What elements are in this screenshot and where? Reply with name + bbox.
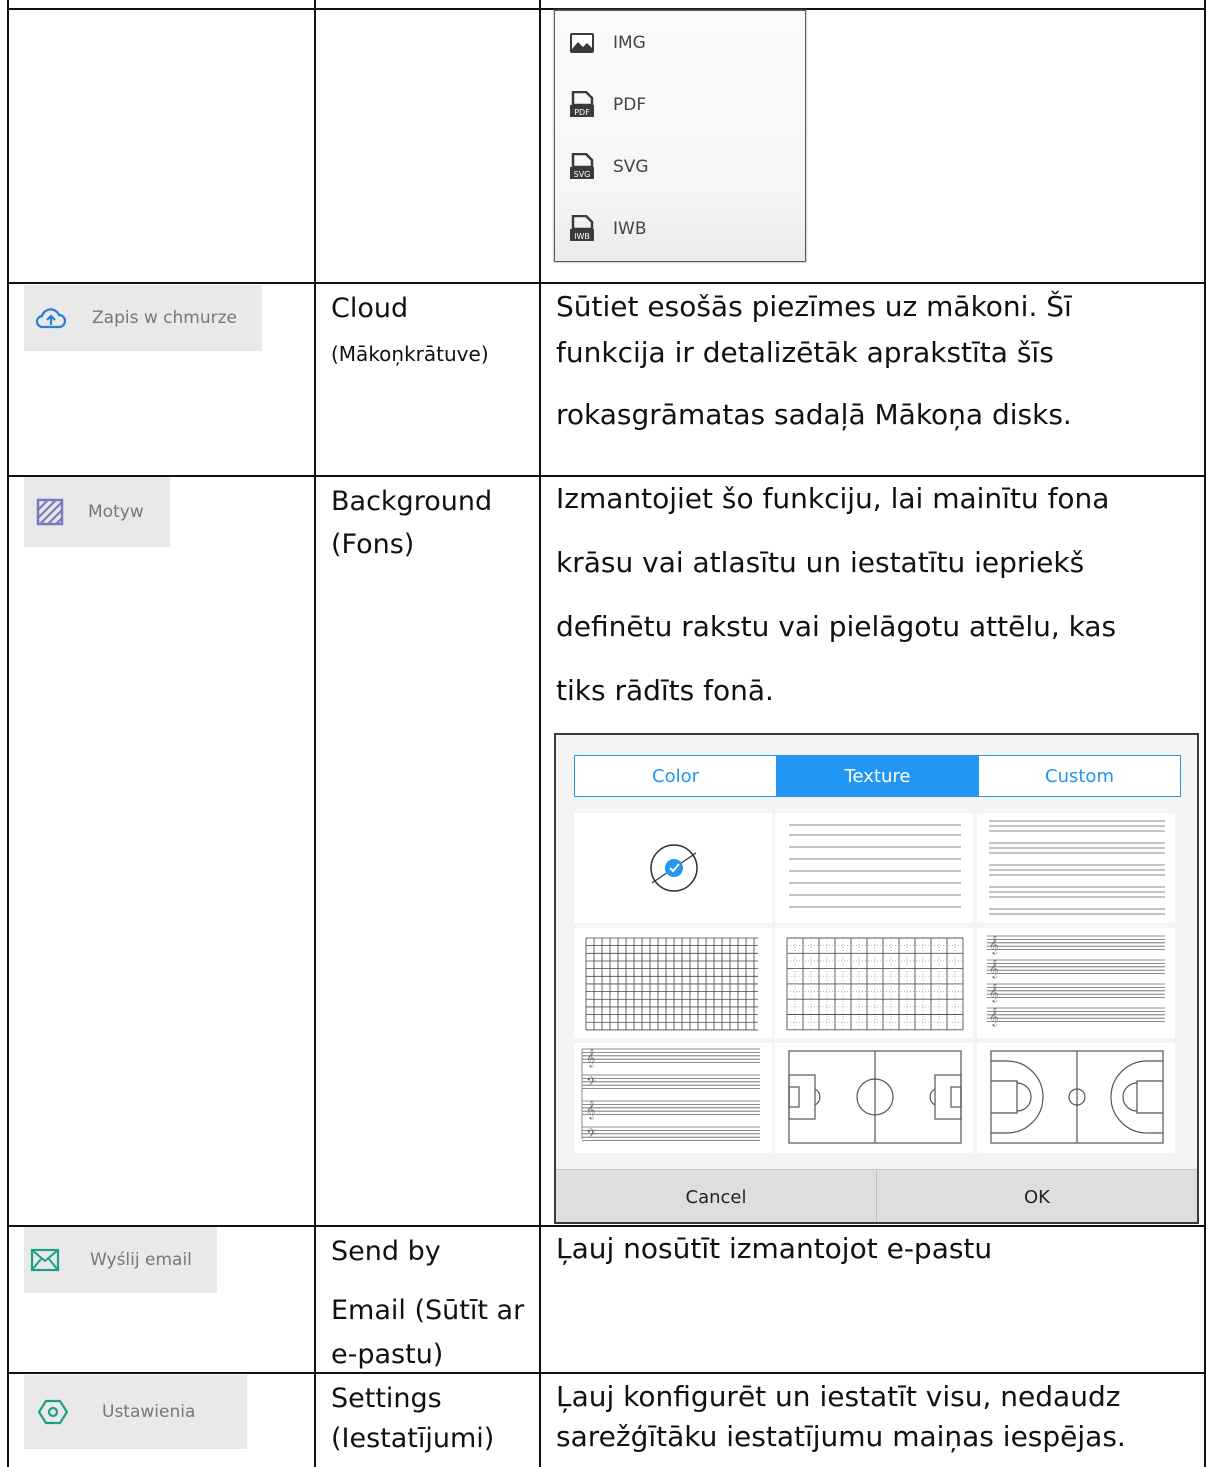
desc-line: tiks rādīts fonā. (556, 674, 774, 707)
menu-item-label: PDF (613, 95, 647, 115)
svg-badge-text: SVG (574, 170, 591, 179)
tab-custom[interactable]: Custom (978, 756, 1180, 796)
menu-item-svg[interactable]: SVG SVG (569, 152, 649, 182)
table-border-col1 (314, 0, 316, 1467)
svg-text:𝄢: 𝄢 (586, 1126, 596, 1145)
texture-tile-dotted-grid[interactable] (775, 928, 973, 1038)
striped-square-icon (36, 498, 64, 526)
ok-button[interactable]: OK (876, 1170, 1197, 1222)
desc-line: definētu rakstu vai pielāgotu attēlu, ka… (556, 610, 1117, 643)
send-email-button-label: Wyślij email (90, 1250, 192, 1270)
table-border-right (1204, 0, 1206, 1467)
desc-line: sarežģītāku iestatījumu maiņas iespējas. (556, 1420, 1126, 1453)
desc-line: Ļauj konfigurēt un iestatīt visu, nedaud… (556, 1380, 1121, 1413)
settings-hexagon-icon (38, 1399, 68, 1425)
svg-text:𝄞: 𝄞 (989, 959, 998, 979)
tab-color[interactable]: Color (575, 756, 776, 796)
grid-texture (585, 937, 758, 1031)
svg-text:𝄞: 𝄞 (989, 935, 998, 955)
menu-item-label: SVG (613, 157, 649, 177)
treble-clef-staff-texture: 𝄞 𝄞 𝄞 𝄞 (987, 935, 1165, 1027)
texture-tile-grand-staff[interactable]: 𝄞 𝄢 𝄞 𝄢 (574, 1043, 772, 1153)
cloud-button-label: Zapis w chmurze (92, 308, 237, 328)
export-format-menu: IMG PDF PDF SVG SVG IWB IWB (554, 10, 806, 262)
selected-check-icon (650, 844, 698, 892)
basketball-court-texture (990, 1050, 1164, 1144)
iwb-file-icon: IWB (570, 215, 594, 241)
tab-texture[interactable]: Texture (776, 756, 978, 796)
desc-line: Izmantojiet šo funkciju, lai mainītu fon… (556, 482, 1110, 515)
desc-line: krāsu vai atlasītu un iestatītu iepriekš (556, 546, 1085, 579)
texture-tile-grid[interactable] (574, 928, 772, 1038)
menu-item-iwb[interactable]: IWB IWB (569, 214, 647, 244)
feature-name-email: Send by (331, 1236, 441, 1267)
svg-text:𝄞: 𝄞 (989, 983, 998, 1003)
soccer-field-texture (788, 1050, 962, 1144)
settings-button-label: Ustawienia (102, 1402, 196, 1422)
grand-staff-texture: 𝄞 𝄢 𝄞 𝄢 (581, 1048, 760, 1145)
menu-item-label: IWB (613, 219, 647, 239)
texture-tile-basketball-court[interactable] (977, 1043, 1175, 1153)
narrow-ruled-texture (989, 820, 1165, 915)
iwb-badge-text: IWB (574, 232, 590, 241)
table-border-left (7, 0, 9, 1467)
texture-tile-blank[interactable] (574, 813, 772, 923)
feature-name-background-sub: (Fons) (331, 529, 415, 560)
desc-line: funkcija ir detalizētāk aprakstīta šīs (556, 336, 1054, 369)
settings-button-image: Ustawienia (24, 1375, 247, 1449)
background-dialog: Color Texture Custom 𝄞 𝄞 𝄞 𝄞 𝄞 𝄢 𝄞 𝄢 Can… (554, 733, 1199, 1224)
svg-text:𝄞: 𝄞 (586, 1048, 595, 1068)
dotted-grid-texture (786, 937, 964, 1031)
row-border-4 (7, 1372, 1206, 1374)
dialog-footer: Cancel OK (556, 1169, 1197, 1222)
row-border-2 (7, 475, 1206, 477)
table-border-col2 (539, 0, 541, 1467)
theme-button-label: Motyw (88, 502, 144, 522)
texture-tile-ruled-narrow[interactable] (977, 813, 1175, 923)
svg-text:𝄢: 𝄢 (586, 1074, 596, 1093)
svg-text:𝄞: 𝄞 (989, 1007, 998, 1027)
desc-line: rokasgrāmatas sadaļā Mākoņa disks. (556, 398, 1072, 431)
image-icon (570, 33, 594, 53)
desc-line: Sūtiet esošās piezīmes uz mākoni. Šī (556, 290, 1072, 323)
menu-item-img[interactable]: IMG (569, 28, 646, 58)
send-email-button-image: Wyślij email (24, 1227, 217, 1293)
texture-tile-ruled-wide[interactable] (775, 813, 973, 923)
texture-tile-music-staff[interactable]: 𝄞 𝄞 𝄞 𝄞 (977, 928, 1175, 1038)
feature-name-settings-sub: (Iestatījumi) (331, 1423, 495, 1454)
svg-file-icon: SVG (570, 153, 594, 179)
theme-button-image: Motyw (24, 477, 170, 547)
menu-item-pdf[interactable]: PDF PDF (569, 90, 646, 120)
texture-tile-soccer-field[interactable] (775, 1043, 973, 1153)
svg-text:𝄞: 𝄞 (586, 1100, 595, 1120)
row-border-1 (7, 282, 1206, 284)
cloud-upload-icon (36, 308, 66, 329)
desc-line: Ļauj nosūtīt izmantojot e-pastu (556, 1232, 993, 1265)
pdf-file-icon: PDF (570, 91, 594, 117)
cloud-save-button-image: Zapis w chmurze (24, 285, 262, 351)
envelope-icon (30, 1248, 60, 1272)
cancel-button[interactable]: Cancel (556, 1170, 876, 1222)
pdf-badge-text: PDF (574, 108, 590, 117)
menu-item-label: IMG (613, 33, 646, 53)
feature-name-cloud-sub: (Mākoņkrātuve) (331, 342, 489, 366)
background-tabs: Color Texture Custom (574, 755, 1181, 797)
ruled-lines-texture (789, 824, 961, 908)
